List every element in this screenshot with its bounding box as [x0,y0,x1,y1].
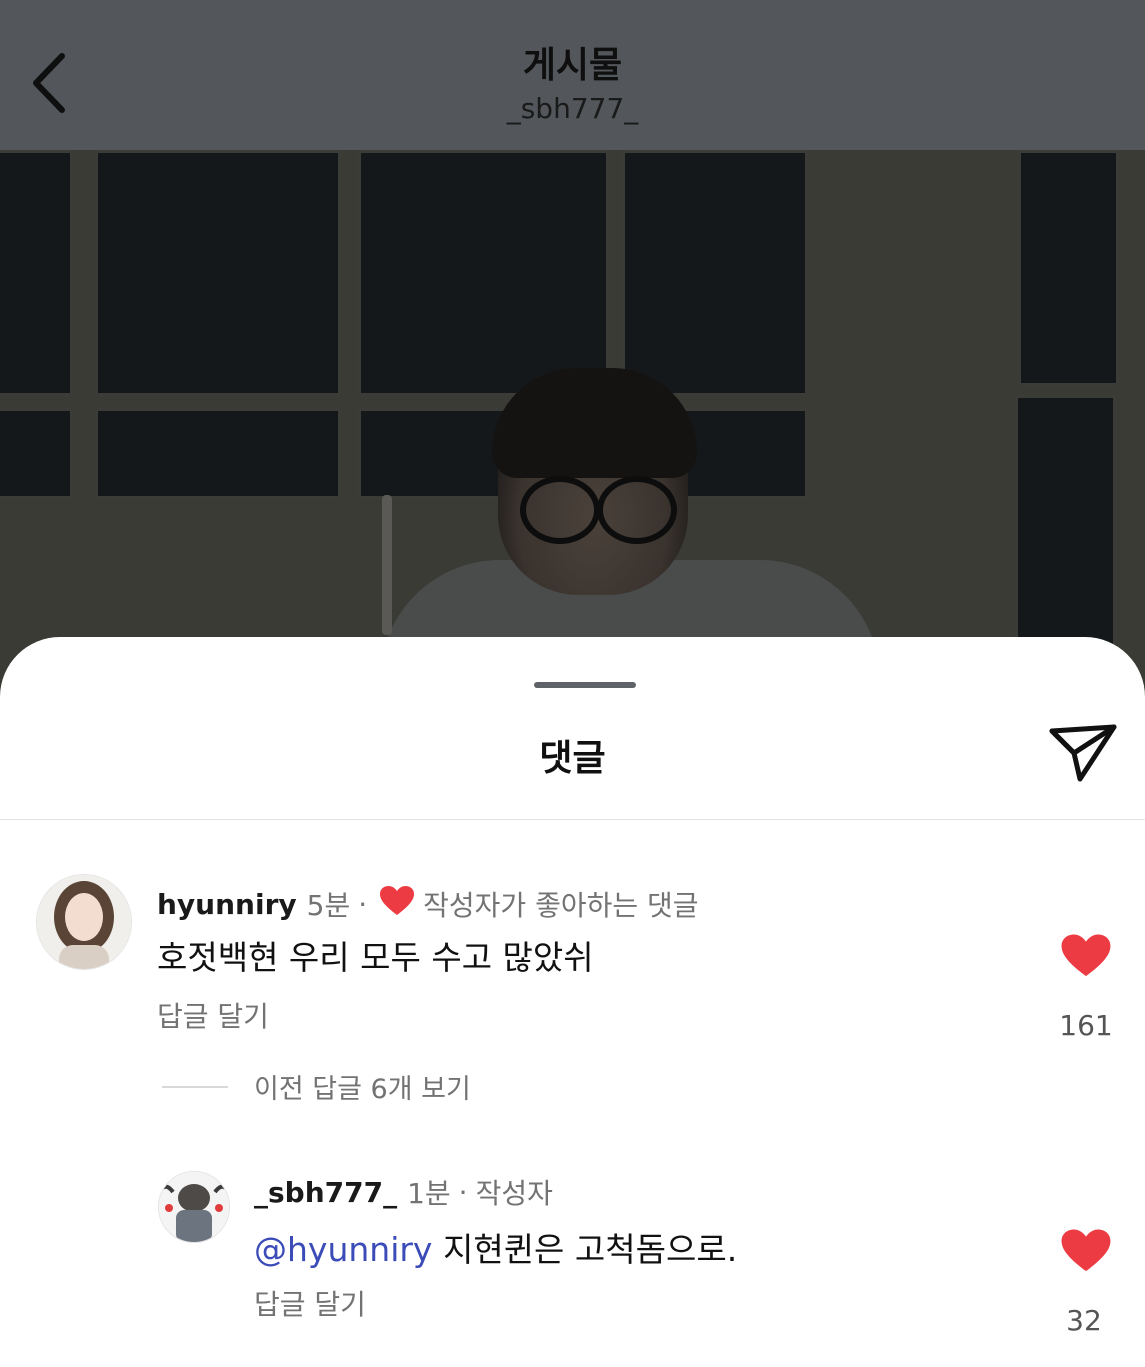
page-subtitle-username[interactable]: _sbh777_ [0,92,1145,125]
heart-icon [379,885,415,924]
sheet-divider [0,819,1145,820]
reply-username[interactable]: _sbh777_ [254,1176,397,1209]
like-button[interactable] [1060,933,1112,979]
comment-time: 5분 [306,889,351,922]
sheet-drag-handle[interactable] [534,682,636,688]
author-badge: 작성자 [475,1177,553,1210]
heart-filled-icon [1061,1229,1111,1272]
page-title: 게시물 [522,45,623,86]
heart-filled-icon [1061,934,1111,977]
post-image [0,150,1145,710]
reply-button[interactable]: 답글 달기 [157,995,269,1035]
reply-time: 1분 [407,1177,451,1210]
separator-dot: · [458,1175,468,1209]
view-replies-label: 이전 답글 6개 보기 [254,1074,471,1105]
replies-line [162,1085,228,1088]
like-button[interactable] [1060,1228,1112,1274]
view-previous-replies[interactable]: 이전 답글 6개 보기 [162,1067,471,1106]
sheet-title: 댓글 [539,738,606,779]
avatar[interactable] [158,1171,230,1243]
mention-link[interactable]: @hyunniry [254,1230,432,1269]
reply-text: 지현퀸은 고척돔으로. [442,1230,738,1269]
reply-meta: _sbh777_ 1분 · 작성자 [254,1172,553,1212]
separator-dot: · [358,887,368,921]
comment-username[interactable]: hyunniry [157,888,297,921]
comment-text: 호젓백현 우리 모두 수고 많았쉬 [157,938,594,977]
top-bar: 게시물 _sbh777_ [0,0,1145,150]
reply-text-line: @hyunniry 지현퀸은 고척돔으로. [254,1223,737,1271]
like-count: 32 [1066,1304,1102,1337]
share-button[interactable] [1048,723,1124,787]
like-count: 161 [1059,1009,1113,1042]
comment-meta: hyunniry 5분 · 작성자가 좋아하는 댓글 [157,884,699,924]
comments-sheet: 댓글 hyunniry 5분 · 작성자가 좋아하는 댓글 호젓백현 우리 모두… [0,637,1145,1367]
avatar[interactable] [36,874,132,970]
send-icon [1049,724,1117,782]
reply-button[interactable]: 답글 달기 [254,1283,366,1323]
author-liked-badge: 작성자가 좋아하는 댓글 [423,889,699,922]
